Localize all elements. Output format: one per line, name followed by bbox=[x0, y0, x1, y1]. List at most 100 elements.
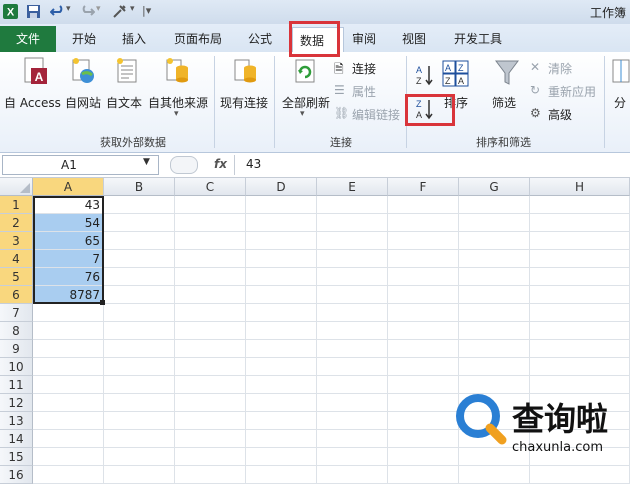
split-button[interactable]: 分 bbox=[614, 94, 626, 111]
tab-home[interactable]: 开始 bbox=[72, 30, 96, 47]
cell[interactable] bbox=[388, 448, 459, 466]
chevron-down-icon[interactable]: ▾ bbox=[300, 109, 305, 119]
cell[interactable] bbox=[317, 286, 388, 304]
cell[interactable] bbox=[459, 358, 530, 376]
cell[interactable] bbox=[459, 286, 530, 304]
cell[interactable] bbox=[33, 466, 104, 484]
column-header-c[interactable]: C bbox=[175, 178, 246, 196]
cell[interactable] bbox=[317, 376, 388, 394]
cell[interactable] bbox=[388, 430, 459, 448]
column-header-f[interactable]: F bbox=[388, 178, 459, 196]
cell[interactable] bbox=[175, 232, 246, 250]
cell[interactable] bbox=[246, 358, 317, 376]
name-box-dropdown-icon[interactable]: ▼ bbox=[143, 157, 150, 167]
connections-button[interactable]: 连接 bbox=[352, 60, 376, 77]
cell[interactable] bbox=[246, 412, 317, 430]
cell[interactable] bbox=[175, 196, 246, 214]
edit-links-button[interactable]: 编辑链接 bbox=[352, 106, 400, 123]
row-header-8[interactable]: 8 bbox=[0, 322, 33, 340]
cell[interactable] bbox=[33, 304, 104, 322]
column-header-b[interactable]: B bbox=[104, 178, 175, 196]
cell[interactable] bbox=[530, 250, 630, 268]
cell[interactable] bbox=[388, 304, 459, 322]
cell[interactable] bbox=[246, 304, 317, 322]
cell[interactable] bbox=[104, 196, 175, 214]
cell[interactable] bbox=[317, 232, 388, 250]
cell[interactable] bbox=[104, 250, 175, 268]
column-header-e[interactable]: E bbox=[317, 178, 388, 196]
row-header-3[interactable]: 3 bbox=[0, 232, 33, 250]
cell[interactable] bbox=[246, 196, 317, 214]
cell[interactable] bbox=[175, 376, 246, 394]
cell[interactable] bbox=[175, 412, 246, 430]
cell[interactable] bbox=[104, 304, 175, 322]
chevron-down-icon[interactable]: ▾ bbox=[174, 109, 179, 119]
row-header-9[interactable]: 9 bbox=[0, 340, 33, 358]
cell[interactable] bbox=[459, 250, 530, 268]
tools-dropdown-icon[interactable]: ▾ bbox=[130, 4, 135, 14]
cell[interactable] bbox=[317, 268, 388, 286]
undo-icon[interactable] bbox=[50, 4, 65, 19]
cell[interactable] bbox=[317, 394, 388, 412]
cell[interactable] bbox=[530, 268, 630, 286]
cell[interactable] bbox=[530, 322, 630, 340]
row-header-16[interactable]: 16 bbox=[0, 466, 33, 484]
row-header-5[interactable]: 5 bbox=[0, 268, 33, 286]
row-header-6[interactable]: 6 bbox=[0, 286, 33, 304]
cell[interactable] bbox=[246, 286, 317, 304]
cell[interactable] bbox=[246, 394, 317, 412]
tab-page-layout[interactable]: 页面布局 bbox=[174, 30, 222, 47]
row-header-1[interactable]: 1 bbox=[0, 196, 33, 214]
redo-dropdown-icon[interactable]: ▾ bbox=[96, 4, 101, 14]
cell[interactable] bbox=[33, 394, 104, 412]
cell[interactable] bbox=[317, 304, 388, 322]
cell[interactable] bbox=[104, 448, 175, 466]
cell[interactable] bbox=[246, 448, 317, 466]
tab-file[interactable]: 文件 bbox=[0, 26, 56, 52]
cell[interactable] bbox=[246, 268, 317, 286]
select-all-corner[interactable] bbox=[0, 178, 33, 196]
cell[interactable] bbox=[530, 286, 630, 304]
cell[interactable] bbox=[317, 340, 388, 358]
cell[interactable] bbox=[317, 196, 388, 214]
cell[interactable] bbox=[246, 214, 317, 232]
cell[interactable] bbox=[459, 304, 530, 322]
cell[interactable] bbox=[175, 430, 246, 448]
cell[interactable] bbox=[388, 394, 459, 412]
formula-input[interactable]: 43 bbox=[246, 157, 261, 171]
cell[interactable] bbox=[175, 466, 246, 484]
cell[interactable] bbox=[175, 214, 246, 232]
cell[interactable] bbox=[530, 196, 630, 214]
row-header-10[interactable]: 10 bbox=[0, 358, 33, 376]
row-header-4[interactable]: 4 bbox=[0, 250, 33, 268]
cell[interactable] bbox=[33, 448, 104, 466]
cell[interactable] bbox=[317, 412, 388, 430]
cell[interactable] bbox=[317, 250, 388, 268]
cell[interactable] bbox=[33, 340, 104, 358]
clear-button[interactable]: 清除 bbox=[548, 60, 572, 77]
cell[interactable] bbox=[317, 430, 388, 448]
cell[interactable] bbox=[530, 214, 630, 232]
fill-handle[interactable] bbox=[100, 300, 105, 305]
cell[interactable] bbox=[388, 322, 459, 340]
cell[interactable] bbox=[246, 232, 317, 250]
cell[interactable] bbox=[175, 322, 246, 340]
cell[interactable] bbox=[175, 250, 246, 268]
from-text-button[interactable]: 自文本 bbox=[106, 94, 142, 111]
cell[interactable] bbox=[317, 214, 388, 232]
redo-icon[interactable] bbox=[80, 4, 95, 19]
tab-developer[interactable]: 开发工具 bbox=[454, 30, 502, 47]
cell[interactable] bbox=[317, 322, 388, 340]
row-header-11[interactable]: 11 bbox=[0, 376, 33, 394]
cell[interactable] bbox=[459, 268, 530, 286]
cell[interactable] bbox=[33, 322, 104, 340]
cell[interactable] bbox=[104, 268, 175, 286]
cell[interactable] bbox=[246, 466, 317, 484]
refresh-all-button[interactable]: 全部刷新 bbox=[282, 94, 330, 111]
cell[interactable] bbox=[104, 358, 175, 376]
tab-view[interactable]: 视图 bbox=[402, 30, 426, 47]
row-header-7[interactable]: 7 bbox=[0, 304, 33, 322]
cell[interactable] bbox=[530, 340, 630, 358]
cell[interactable] bbox=[104, 466, 175, 484]
cell[interactable] bbox=[388, 214, 459, 232]
